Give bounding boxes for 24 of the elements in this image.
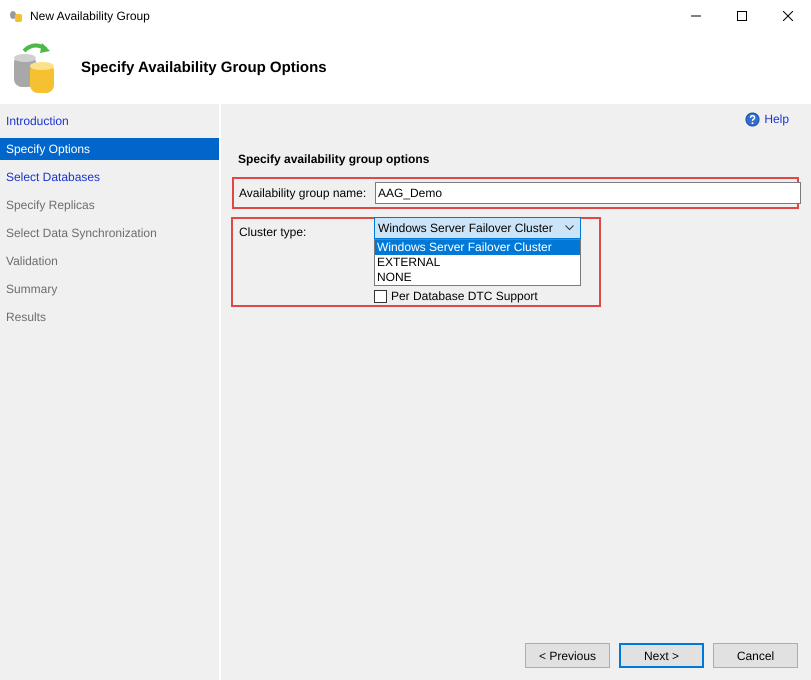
- sidebar-item[interactable]: Introduction: [0, 110, 219, 132]
- field-label: Cluster type:: [239, 224, 306, 241]
- wizard-button[interactable]: Next >: [619, 643, 704, 668]
- field-label: Availability group name:: [239, 185, 368, 202]
- wizard-button[interactable]: Cancel: [713, 643, 798, 668]
- wizard-button[interactable]: < Previous: [525, 643, 610, 668]
- chevron-icon: [565, 225, 574, 231]
- dropdown-option[interactable]: EXTERNAL: [375, 255, 580, 270]
- maximize-icon: [737, 11, 747, 21]
- window-title: New Availability Group: [30, 8, 150, 25]
- input-field[interactable]: AAG_Demo: [375, 182, 801, 204]
- app-icon: [9, 9, 23, 23]
- page-header-title: Specify Availability Group Options: [81, 58, 327, 78]
- checkbox[interactable]: [374, 290, 387, 302]
- dropdown-option[interactable]: Windows Server Failover Cluster: [375, 240, 580, 255]
- close-icon: [783, 11, 793, 21]
- sidebar-item[interactable]: Specify Options: [0, 138, 219, 160]
- checkbox-label: Per Database DTC Support: [391, 288, 538, 305]
- dropdown-option[interactable]: NONE: [375, 270, 580, 285]
- cluster-type-dropdown[interactable]: Windows Server Failover Cluster: [374, 217, 581, 239]
- section-title: Specify availability group options: [238, 151, 430, 168]
- sidebar-item[interactable]: Select Databases: [0, 166, 219, 188]
- help-link[interactable]: Help: [745, 110, 789, 128]
- help-icon: [745, 112, 760, 126]
